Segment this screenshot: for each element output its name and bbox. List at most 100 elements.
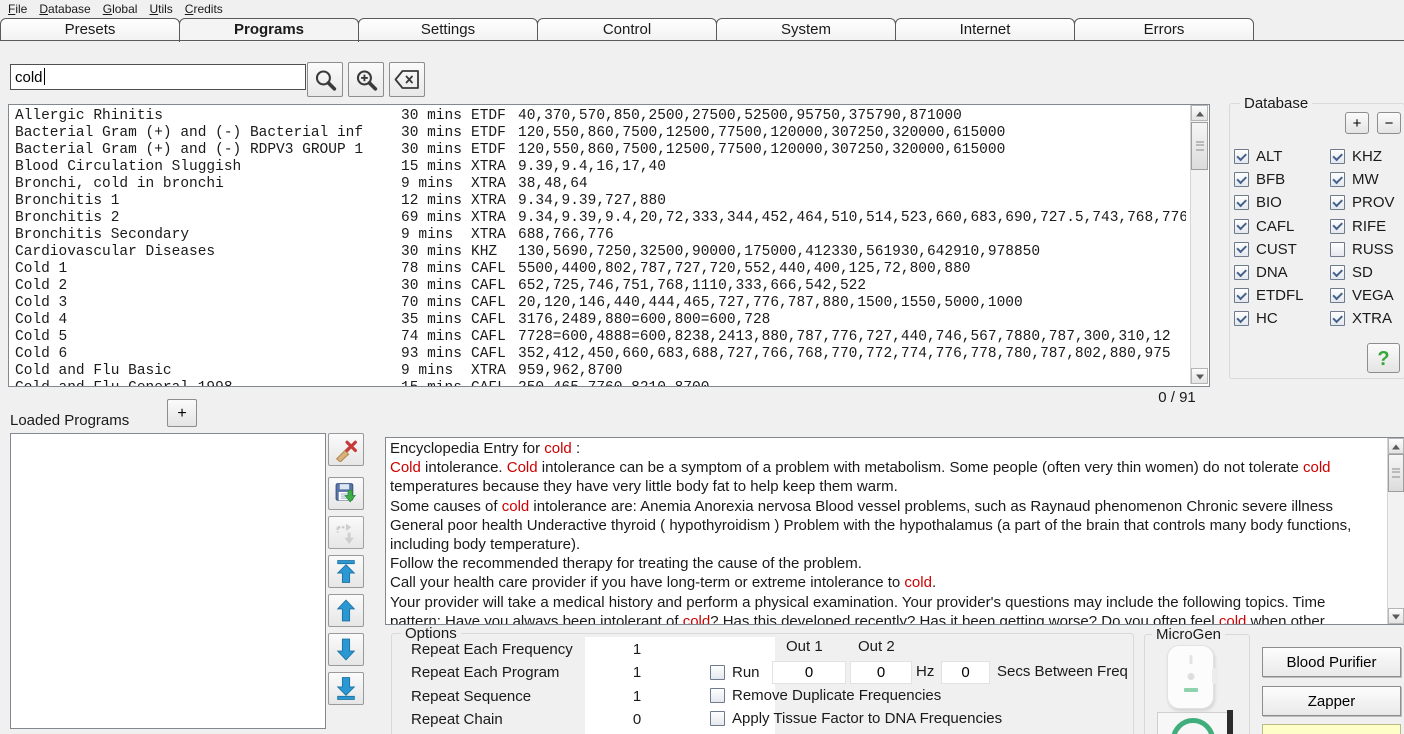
move-top-button[interactable] [328, 555, 364, 588]
clear-loaded-programs-button[interactable] [328, 433, 364, 466]
microgen-yellow-button[interactable] [1262, 724, 1401, 734]
program-name: Cold and Flu Basic [15, 363, 395, 380]
save-loaded-programs-button[interactable] [328, 477, 364, 510]
program-row[interactable]: Cold 230 minsCAFL652,725,746,751,768,111… [9, 278, 1192, 295]
tab-errors[interactable]: Errors [1074, 18, 1254, 41]
program-name: Cold 1 [15, 261, 395, 278]
checkbox-hc[interactable] [1234, 311, 1249, 326]
program-rows: Allergic Rhinitis30 minsETDF40,370,570,8… [9, 108, 1192, 387]
checkbox-vega[interactable] [1330, 288, 1345, 303]
out1-input[interactable] [772, 661, 846, 684]
program-row[interactable]: Blood Circulation Sluggish15 minsXTRA9.3… [9, 159, 1192, 176]
program-row[interactable]: Bacterial Gram (+) and (-) Bacterial inf… [9, 125, 1192, 142]
checkbox-xtra[interactable] [1330, 311, 1345, 326]
search-input[interactable] [10, 64, 306, 90]
program-database: CAFL [471, 346, 515, 363]
checkbox-label: VEGA [1352, 287, 1394, 304]
blood-purifier-button[interactable]: Blood Purifier [1262, 647, 1401, 677]
hz-input[interactable] [941, 661, 990, 684]
program-row[interactable]: Bronchitis 269 minsXTRA9.34,9.39,9.4,20,… [9, 210, 1192, 227]
checkbox-dna[interactable] [1234, 265, 1249, 280]
program-row[interactable]: Bronchi, cold in bronchi9 minsXTRA38,48,… [9, 176, 1192, 193]
options-legend: Options [401, 625, 461, 642]
checkbox-bio[interactable] [1234, 195, 1249, 210]
program-duration: 9 mins [401, 227, 467, 244]
run-checkbox[interactable] [710, 665, 725, 680]
checkbox-rife[interactable] [1330, 219, 1345, 234]
program-row[interactable]: Cold 178 minsCAFL5500,4400,802,787,727,7… [9, 261, 1192, 278]
menu-item-global[interactable]: Global [97, 1, 144, 17]
clear-search-button[interactable] [389, 62, 425, 97]
repeat-value[interactable]: 0 [587, 711, 687, 728]
move-bottom-button[interactable] [328, 672, 364, 705]
search-button[interactable] [307, 62, 343, 97]
insert-program-button[interactable] [328, 516, 364, 549]
program-frequencies: 250,465,7760,8210,8700 [518, 380, 1186, 387]
db-checkbox-row-mw: MW [1330, 171, 1379, 188]
program-frequencies: 352,412,450,660,683,688,727,766,768,770,… [518, 346, 1186, 363]
encyclopedia-panel[interactable]: Encyclopedia Entry for cold :Cold intole… [385, 437, 1404, 625]
option-checkbox[interactable] [710, 688, 725, 703]
program-frequencies: 5500,4400,802,787,727,720,552,440,400,12… [518, 261, 1186, 278]
checkbox-cust[interactable] [1234, 242, 1249, 257]
program-row[interactable]: Cold 370 minsCAFL20,120,146,440,444,465,… [9, 295, 1192, 312]
program-row[interactable]: Cold and Flu General 199815 minsCAFL250,… [9, 380, 1192, 387]
help-button[interactable]: ? [1367, 343, 1400, 373]
scrollbar-thumb[interactable] [1191, 122, 1208, 170]
out2-input[interactable] [850, 661, 912, 684]
checkbox-cafl[interactable] [1234, 219, 1249, 234]
checkbox-label: MW [1352, 171, 1379, 188]
repeat-value[interactable]: 1 [587, 664, 687, 681]
program-duration: 15 mins [401, 380, 467, 387]
move-up-button[interactable] [328, 594, 364, 627]
tab-system[interactable]: System [716, 18, 896, 41]
checkbox-khz[interactable] [1330, 149, 1345, 164]
program-list-scrollbar[interactable] [1190, 105, 1208, 384]
scroll-down-button[interactable] [1388, 608, 1404, 624]
program-row[interactable]: Cold and Flu Basic9 minsXTRA959,962,8700 [9, 363, 1192, 380]
add-loaded-program-button[interactable]: + [167, 399, 197, 427]
checkbox-etdfl[interactable] [1234, 288, 1249, 303]
zapper-button[interactable]: Zapper [1262, 686, 1401, 716]
tab-programs[interactable]: Programs [179, 18, 359, 42]
db-checkbox-row-prov: PROV [1330, 194, 1395, 211]
tab-control[interactable]: Control [537, 18, 717, 41]
tab-internet[interactable]: Internet [895, 18, 1075, 41]
tab-settings[interactable]: Settings [358, 18, 538, 41]
menu-item-utils[interactable]: Utils [143, 1, 178, 17]
scroll-up-button[interactable] [1191, 105, 1208, 121]
tab-presets[interactable]: Presets [0, 18, 180, 41]
checkbox-sd[interactable] [1330, 265, 1345, 280]
program-row[interactable]: Cold 435 minsCAFL3176,2489,880=600,800=6… [9, 312, 1192, 329]
loaded-programs-listbox[interactable] [10, 433, 326, 729]
menu-item-file[interactable]: File [2, 1, 33, 17]
program-row[interactable]: Cardiovascular Diseases30 minsKHZ130,569… [9, 244, 1192, 261]
database-remove-button[interactable]: − [1377, 112, 1401, 134]
program-row[interactable]: Cold 574 minsCAFL7728=600,4888=600,8238,… [9, 329, 1192, 346]
scroll-down-button[interactable] [1191, 368, 1208, 384]
scrollbar-thumb[interactable] [1388, 454, 1404, 492]
menu-item-database[interactable]: Database [33, 1, 96, 17]
program-row[interactable]: Allergic Rhinitis30 minsETDF40,370,570,8… [9, 108, 1192, 125]
scroll-up-button[interactable] [1388, 438, 1404, 454]
checkbox-bfb[interactable] [1234, 172, 1249, 187]
encyclopedia-scrollbar[interactable] [1387, 438, 1404, 624]
program-row[interactable]: Bacterial Gram (+) and (-) RDPV3 GROUP 1… [9, 142, 1192, 159]
checkbox-alt[interactable] [1234, 149, 1249, 164]
checkbox-mw[interactable] [1330, 172, 1345, 187]
database-add-button[interactable]: + [1345, 112, 1369, 134]
program-frequencies: 652,725,746,751,768,1110,333,666,542,522 [518, 278, 1186, 295]
menu-item-credits[interactable]: Credits [179, 1, 229, 17]
program-list[interactable]: Allergic Rhinitis30 minsETDF40,370,570,8… [8, 104, 1210, 387]
repeat-value[interactable]: 1 [587, 641, 687, 658]
checkbox-prov[interactable] [1330, 195, 1345, 210]
move-down-button[interactable] [328, 633, 364, 666]
program-row[interactable]: Bronchitis 112 minsXTRA9.34,9.39,727,880 [9, 193, 1192, 210]
program-row[interactable]: Bronchitis Secondary9 minsXTRA688,766,77… [9, 227, 1192, 244]
zoom-search-button[interactable] [348, 62, 384, 97]
program-row[interactable]: Cold 693 minsCAFL352,412,450,660,683,688… [9, 346, 1192, 363]
repeat-label: Repeat Chain [411, 711, 503, 728]
checkbox-russ[interactable] [1330, 242, 1345, 257]
option-checkbox[interactable] [710, 711, 725, 726]
repeat-value[interactable]: 1 [587, 688, 687, 705]
